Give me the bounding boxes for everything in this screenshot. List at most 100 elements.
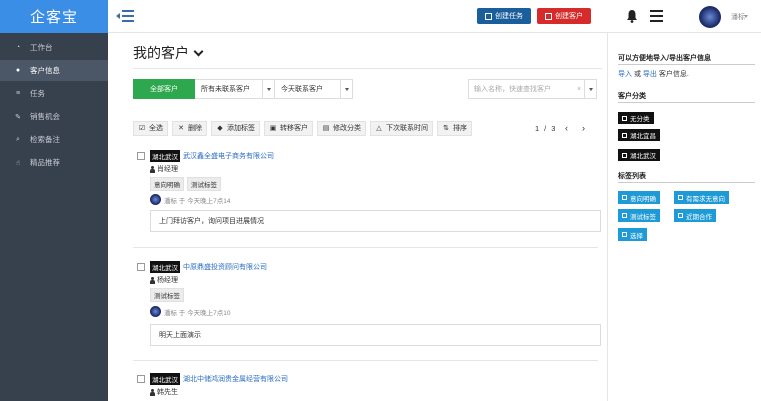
sidebar-item-dashboard[interactable]: ◔ 工作台 bbox=[0, 37, 108, 58]
thumbs-up-icon: ☝ bbox=[15, 159, 21, 167]
sidebar: ◔ 工作台 ● 客户信息 ≡ 任务 ✎ 销售机会 ⌕ 检索备注 ☝ 精品推荐 bbox=[0, 33, 108, 401]
dashboard-icon: ◔ bbox=[15, 44, 21, 51]
category-label: 湖北宜昌 bbox=[630, 133, 656, 140]
sidebar-item-recommendations[interactable]: ☝ 精品推荐 bbox=[0, 152, 108, 173]
app-logo[interactable]: 企客宝 bbox=[0, 0, 108, 33]
contact-person: 杨经理 bbox=[150, 275, 178, 285]
page-title[interactable]: 我的客户 bbox=[133, 43, 204, 63]
company-link[interactable]: 中原鼎盛投资顾问有限公司 bbox=[183, 262, 267, 272]
square-icon bbox=[622, 195, 627, 200]
or-text: 或 bbox=[633, 71, 641, 78]
avatar bbox=[150, 306, 161, 317]
square-icon bbox=[622, 232, 627, 237]
page-total: 3 bbox=[551, 123, 556, 133]
category-button[interactable]: 无分类 bbox=[618, 112, 654, 124]
contact-person: 韩先生 bbox=[150, 387, 178, 397]
task-icon bbox=[485, 12, 492, 20]
add-tag-label: 添加标签 bbox=[227, 125, 255, 132]
customer-search-input[interactable]: 输入名称，快速查找客户 × bbox=[468, 79, 597, 99]
modify-category-label: 修改分类 bbox=[333, 125, 361, 132]
sidebar-item-label: 精品推荐 bbox=[30, 158, 60, 167]
divider bbox=[133, 360, 598, 361]
import-link[interactable]: 导入 bbox=[618, 71, 632, 78]
export-link[interactable]: 导出 bbox=[643, 71, 657, 78]
checkbox-icon: ☑ bbox=[138, 125, 146, 132]
tag-button[interactable]: 意向明确 bbox=[618, 191, 660, 204]
prev-page-icon[interactable]: ‹ bbox=[560, 122, 572, 134]
region-badge: 湖北武汉 bbox=[150, 261, 180, 273]
category-label: 无分类 bbox=[630, 116, 650, 123]
modify-category-button[interactable]: ▤ 修改分类 bbox=[317, 120, 366, 136]
sidebar-item-search-notes[interactable]: ⌕ 检索备注 bbox=[0, 129, 108, 150]
category-button[interactable]: 湖北武汉 bbox=[618, 149, 660, 161]
create-task-button[interactable]: 创建任务 bbox=[477, 8, 531, 24]
square-icon bbox=[622, 132, 627, 138]
sidebar-item-label: 任务 bbox=[30, 89, 45, 98]
tag-button[interactable]: 测试标签 bbox=[618, 209, 660, 222]
avatar[interactable] bbox=[699, 6, 721, 28]
company-link[interactable]: 武汉鑫全盛电子商务有限公司 bbox=[183, 151, 274, 161]
menu-icon[interactable] bbox=[650, 10, 663, 22]
followup-note[interactable]: 明天上面演示 bbox=[150, 324, 601, 346]
followup-note[interactable]: 上门拜访客户，询问项目进展情况 bbox=[150, 210, 601, 232]
create-task-label: 创建任务 bbox=[495, 13, 523, 20]
next-contact-button[interactable]: △ 下次联系时间 bbox=[370, 120, 433, 136]
lock-icon: ▣ bbox=[269, 125, 277, 132]
right-panel: 可以方便地导入/导出客户信息 导入 或 导出 客户信息. 客户分类 无分类 湖北… bbox=[607, 33, 761, 401]
chevron-down-icon[interactable] bbox=[744, 15, 748, 18]
chevron-down-icon[interactable] bbox=[588, 87, 593, 91]
sidebar-item-customers[interactable]: ● 客户信息 bbox=[0, 60, 108, 81]
tag-label: 测试标签 bbox=[630, 213, 656, 221]
followup-meta: 潘标 于 今天晚上7点10 bbox=[150, 306, 230, 317]
chevron-down-icon bbox=[344, 87, 349, 91]
region-badge: 湖北武汉 bbox=[150, 150, 180, 162]
divider bbox=[133, 68, 602, 69]
bell-icon[interactable] bbox=[626, 9, 638, 23]
record-checkbox[interactable] bbox=[137, 263, 145, 271]
category-button[interactable]: 湖北宜昌 bbox=[618, 129, 660, 141]
contact-time-value: 今天联系客户 bbox=[281, 86, 323, 93]
sidebar-item-tasks[interactable]: ≡ 任务 bbox=[0, 83, 108, 104]
tag-button[interactable]: 选择 bbox=[618, 228, 647, 241]
square-icon bbox=[678, 195, 683, 200]
sidebar-item-label: 工作台 bbox=[30, 43, 53, 52]
contact-status-value: 所有未联系客户 bbox=[201, 86, 250, 93]
divider bbox=[618, 102, 755, 103]
page-title-text: 我的客户 bbox=[133, 45, 189, 61]
wrench-icon: ✎ bbox=[15, 113, 21, 121]
user-icon bbox=[150, 276, 155, 284]
record-checkbox[interactable] bbox=[137, 375, 145, 383]
close-icon: ✕ bbox=[178, 125, 184, 132]
record-tags: 测试标签 bbox=[150, 288, 184, 302]
record-checkbox[interactable] bbox=[137, 152, 145, 160]
sort-button[interactable]: ⇅ 排序 bbox=[437, 120, 472, 136]
select-all-button[interactable]: ☑ 全选 bbox=[133, 120, 168, 136]
user-name[interactable]: 潘标 bbox=[731, 12, 745, 22]
create-customer-button[interactable]: 创建客户 bbox=[537, 8, 591, 24]
bell-icon: △ bbox=[376, 125, 382, 132]
sidebar-item-label: 检索备注 bbox=[30, 135, 60, 144]
add-tag-button[interactable]: ◆ 添加标签 bbox=[211, 120, 260, 136]
select-all-label: 全选 bbox=[149, 125, 163, 132]
square-icon bbox=[678, 213, 683, 218]
page-current: 1 bbox=[535, 123, 540, 133]
record-tags: 意向明确 测试标签 bbox=[150, 177, 221, 191]
clear-icon[interactable]: × bbox=[574, 86, 584, 93]
company-link[interactable]: 湖北中储鸿润贵金属经营有限公司 bbox=[183, 374, 288, 384]
user-icon bbox=[150, 388, 155, 396]
all-customers-button[interactable]: 全部客户 bbox=[133, 79, 195, 99]
transfer-customer-button[interactable]: ▣ 转移客户 bbox=[264, 120, 313, 136]
pagination: 1 / 3 ‹ › bbox=[535, 122, 589, 134]
contact-time-select[interactable]: 今天联系客户 bbox=[275, 79, 353, 99]
sidebar-toggle-icon[interactable] bbox=[116, 9, 134, 23]
tag-button[interactable]: 有需求无意向 bbox=[674, 191, 729, 204]
sidebar-item-opportunities[interactable]: ✎ 销售机会 bbox=[0, 106, 108, 127]
next-page-icon[interactable]: › bbox=[577, 122, 589, 134]
square-icon bbox=[622, 115, 627, 121]
chevron-down-icon[interactable] bbox=[193, 46, 204, 56]
record-tag: 意向明确 bbox=[150, 177, 184, 191]
contact-status-select[interactable]: 所有未联系客户 bbox=[195, 79, 275, 99]
users-icon: ● bbox=[15, 67, 21, 74]
tag-button[interactable]: 近期合作 bbox=[674, 209, 716, 222]
delete-button[interactable]: ✕ 删除 bbox=[172, 120, 207, 136]
